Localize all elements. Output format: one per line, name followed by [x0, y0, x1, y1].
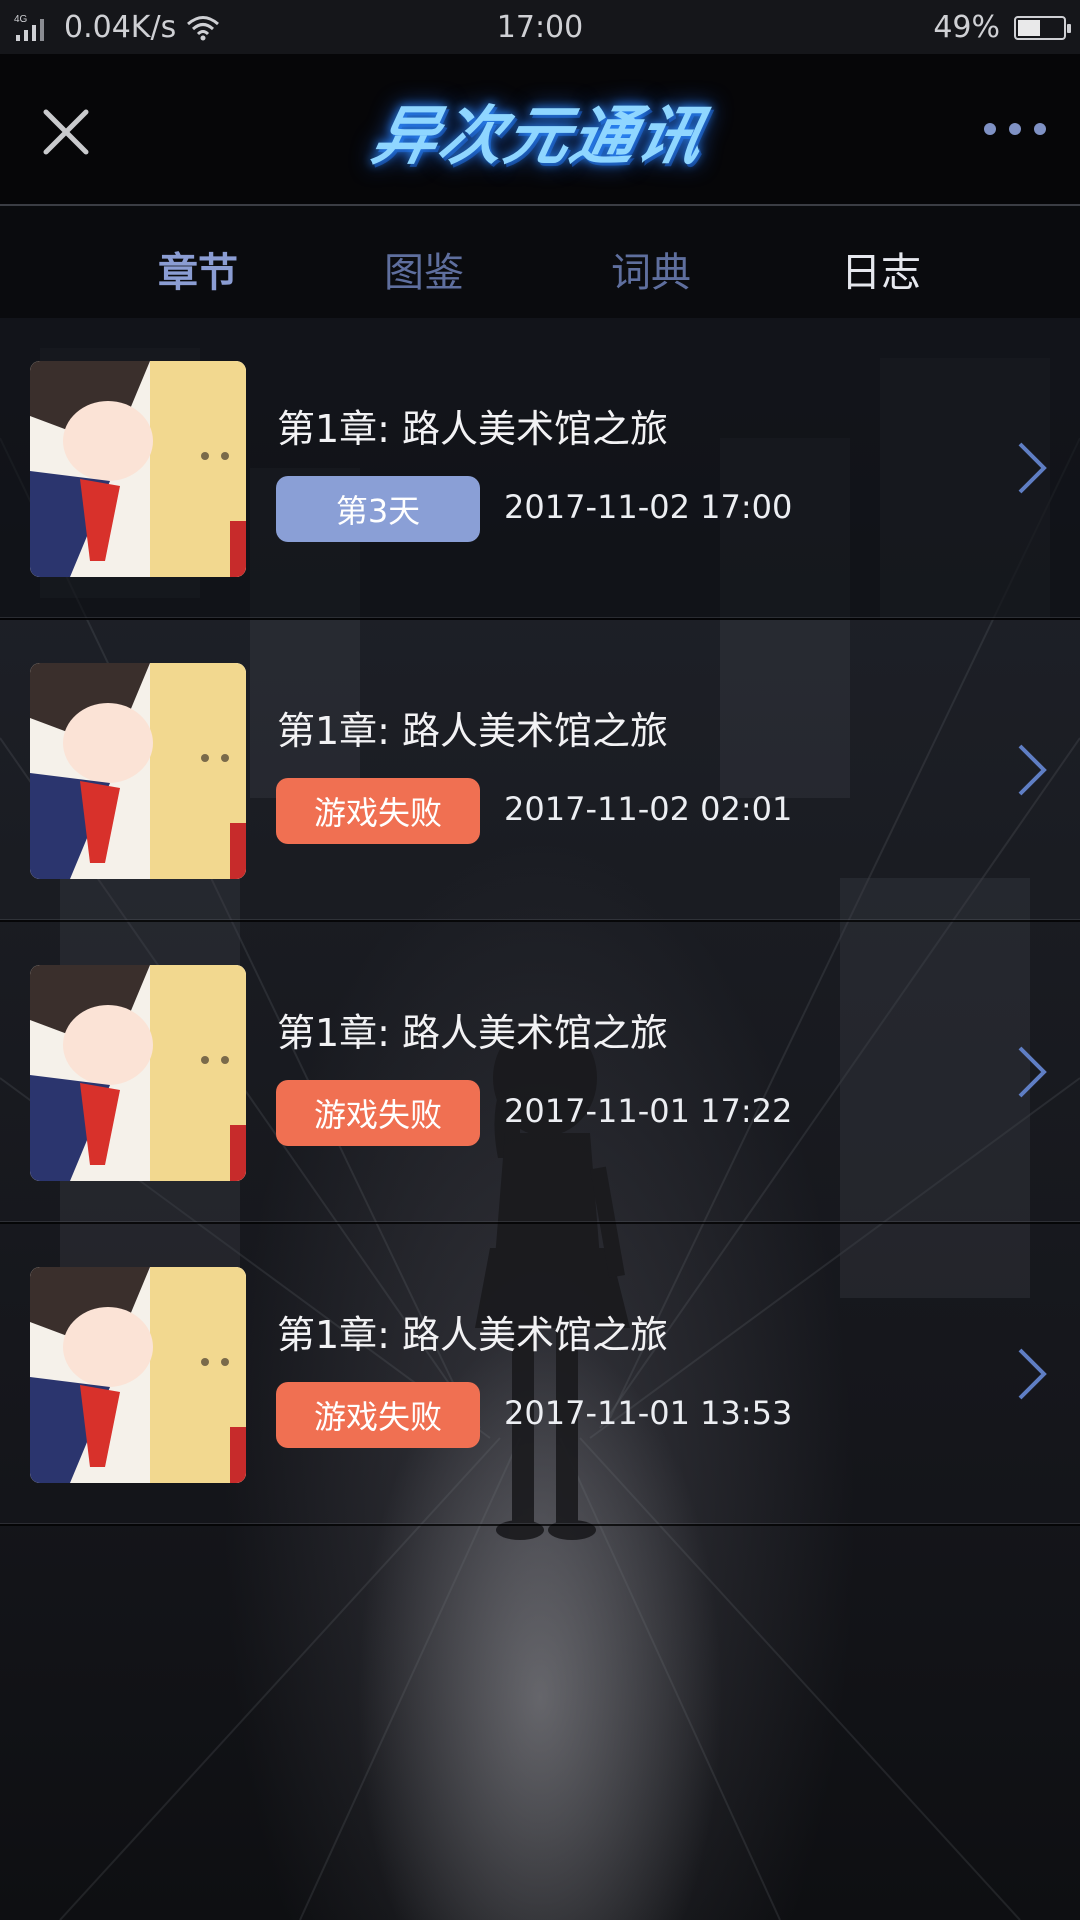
status-right: 49% [933, 10, 1071, 45]
log-entry[interactable]: 第1章: 路人美术馆之旅 第3天 2017-11-02 17:00 [0, 318, 1080, 620]
close-button[interactable] [36, 102, 96, 162]
chapter-thumbnail [30, 361, 246, 577]
entry-datetime: 2017-11-02 02:01 [504, 790, 793, 828]
logo-text: 异次元通讯 [365, 100, 712, 174]
chapter-thumbnail [30, 1267, 246, 1483]
tab-bar: 章节 图鉴 词典 日志 [0, 206, 1080, 318]
chevron-right-icon [1018, 442, 1047, 494]
status-bar: 4G 0.04K/s 17:00 49% [0, 0, 1080, 54]
chevron-right-icon [1018, 1348, 1047, 1400]
chevron-right-icon [1018, 744, 1047, 796]
log-entry[interactable]: 第1章: 路人美术馆之旅 游戏失败 2017-11-01 17:22 [0, 922, 1080, 1224]
status-badge: 游戏失败 [276, 1382, 480, 1448]
entry-title: 第1章: 路人美术馆之旅 [277, 1313, 669, 1357]
app-screen: 4G 0.04K/s 17:00 49% 异次元通讯 章节 图鉴 词典 日志 第… [0, 0, 1080, 1920]
clock: 17:00 [496, 10, 584, 45]
day-badge: 第3天 [276, 476, 480, 542]
log-list: 第1章: 路人美术馆之旅 第3天 2017-11-02 17:00 第1章: 路… [0, 318, 1080, 1526]
log-entry[interactable]: 第1章: 路人美术馆之旅 游戏失败 2017-11-01 13:53 [0, 1224, 1080, 1526]
status-badge: 游戏失败 [276, 1080, 480, 1146]
battery-icon [1014, 15, 1071, 40]
battery-fill [1018, 19, 1040, 36]
entry-datetime: 2017-11-01 17:22 [504, 1092, 793, 1130]
entry-datetime: 2017-11-02 17:00 [504, 488, 793, 526]
tab-dictionary[interactable]: 词典 [611, 240, 691, 298]
log-entry[interactable]: 第1章: 路人美术馆之旅 游戏失败 2017-11-02 02:01 [0, 620, 1080, 922]
chapter-thumbnail [30, 663, 246, 879]
battery-percent: 49% [933, 10, 1000, 45]
character-art-icon [30, 965, 246, 1181]
close-icon [43, 109, 89, 155]
more-button[interactable] [980, 114, 1050, 144]
tab-gallery[interactable]: 图鉴 [384, 240, 464, 298]
tab-log[interactable]: 日志 [841, 240, 921, 298]
character-art-icon [30, 361, 246, 577]
character-art-icon [30, 663, 246, 879]
app-logo: 异次元通讯 [350, 76, 730, 186]
chapter-thumbnail [30, 965, 246, 1181]
entry-title: 第1章: 路人美术馆之旅 [277, 709, 669, 753]
app-header: 异次元通讯 [0, 54, 1080, 206]
entry-title: 第1章: 路人美术馆之旅 [277, 1011, 669, 1055]
entry-title: 第1章: 路人美术馆之旅 [277, 407, 669, 451]
status-badge: 游戏失败 [276, 778, 480, 844]
more-dots-icon [984, 123, 1046, 135]
chevron-right-icon [1018, 1046, 1047, 1098]
character-art-icon [30, 1267, 246, 1483]
entry-datetime: 2017-11-01 13:53 [504, 1394, 793, 1432]
tab-chapters[interactable]: 章节 [158, 240, 238, 298]
